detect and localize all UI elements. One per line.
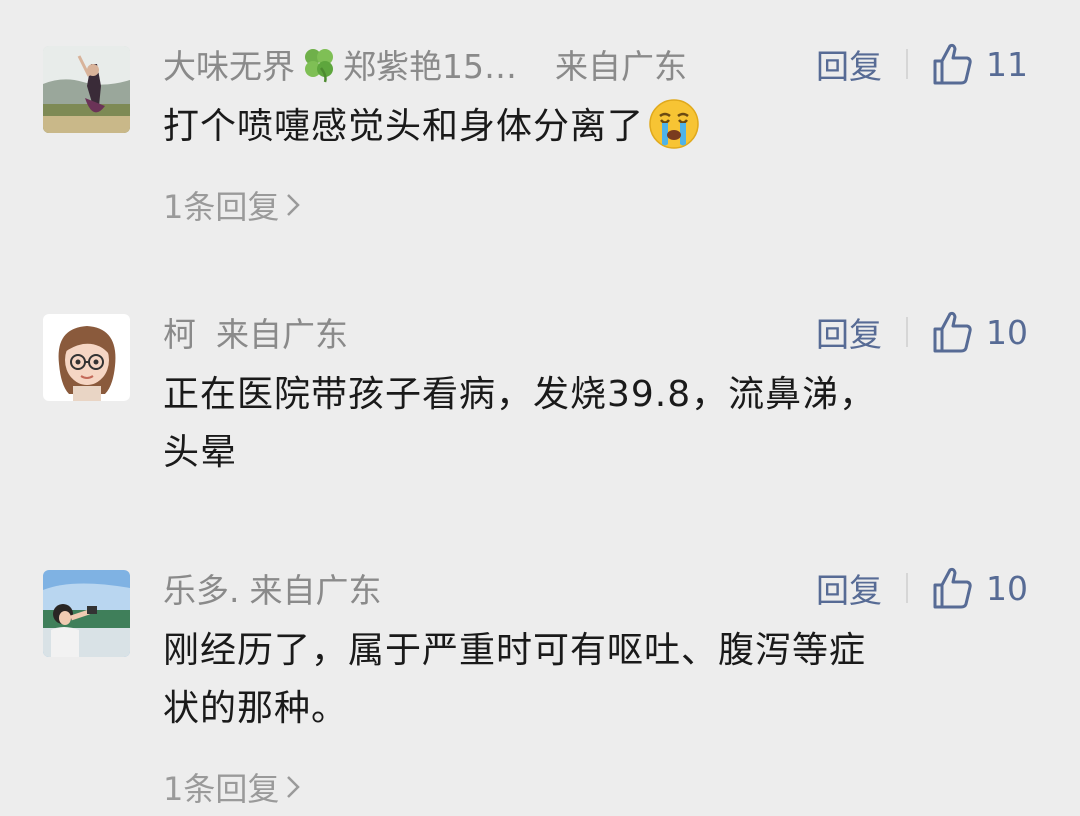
woman-outdoor-photo-icon: [43, 46, 130, 133]
location-label: 来自广东: [555, 47, 687, 86]
like-button[interactable]: 10: [932, 310, 1028, 354]
comment-actions: 回复 11: [816, 42, 1028, 86]
girl-taking-photo-icon: [43, 570, 130, 657]
avatar[interactable]: [43, 314, 130, 401]
nickname[interactable]: 柯: [163, 308, 196, 356]
comment-text: 刚经历了，属于严重时可有呕吐、腹泻等症 状的那种。: [163, 622, 1033, 738]
comment-text: 正在医院带孩子看病，发烧39.8，流鼻涕， 头晕: [163, 366, 1033, 482]
comment-text-line: 刚经历了，属于严重时可有呕吐、腹泻等症: [163, 630, 867, 671]
divider: [906, 317, 908, 347]
comment-text-content: 打个喷嚏感觉头和身体分离了: [163, 106, 645, 147]
comment-text-line: 正在医院带孩子看病，发烧39.8，流鼻涕，: [163, 374, 877, 415]
comment-actions: 回复 10: [816, 566, 1028, 610]
location-label: 来自广东: [216, 315, 348, 354]
view-replies-link[interactable]: 1条回复: [163, 764, 301, 810]
location-label: 来自广东: [249, 571, 382, 610]
thumbs-up-icon: [933, 567, 972, 609]
view-replies-link[interactable]: 1条回复: [163, 182, 301, 228]
crying-face-emoji-icon: [649, 99, 699, 149]
divider: [906, 49, 908, 79]
like-count: 10: [986, 568, 1028, 608]
chevron-right-icon: [287, 194, 301, 216]
avatar[interactable]: [43, 570, 130, 657]
comment-text: 打个喷嚏感觉头和身体分离了: [163, 98, 1033, 156]
chevron-right-icon: [287, 776, 301, 798]
reply-button[interactable]: 回复: [816, 40, 882, 88]
like-button[interactable]: 11: [932, 42, 1028, 86]
reply-button[interactable]: 回复: [816, 564, 882, 612]
four-leaf-clover-icon: [305, 49, 333, 83]
thumbs-up-icon: [933, 311, 972, 353]
comment-meta: 柯 来自广东: [163, 310, 348, 354]
divider: [906, 573, 908, 603]
nickname-suffix[interactable]: 郑紫艳15…: [343, 40, 517, 88]
like-count: 10: [986, 312, 1028, 352]
avatar[interactable]: [43, 46, 130, 133]
comment-actions: 回复 10: [816, 310, 1028, 354]
nickname[interactable]: 大味无界: [163, 40, 295, 88]
replies-count-label: 1条回复: [163, 188, 280, 226]
comment-meta: 乐多. 来自广东: [163, 566, 382, 610]
like-count: 11: [986, 44, 1028, 84]
like-button[interactable]: 10: [932, 566, 1028, 610]
comment-text-line: 状的那种。: [163, 688, 349, 729]
reply-button[interactable]: 回复: [816, 308, 882, 356]
cartoon-girl-glasses-icon: [43, 314, 130, 401]
comment-list: 大味无界 郑紫艳15… 来自广东 回复 11 打个喷嚏感觉头和身体分离了 1条回…: [0, 0, 1080, 816]
thumbs-up-icon: [933, 43, 972, 85]
replies-count-label: 1条回复: [163, 770, 280, 808]
nickname[interactable]: 乐多.: [163, 564, 240, 612]
comment-text-line: 头晕: [163, 432, 238, 473]
comment-meta: 大味无界 郑紫艳15… 来自广东: [163, 42, 687, 86]
